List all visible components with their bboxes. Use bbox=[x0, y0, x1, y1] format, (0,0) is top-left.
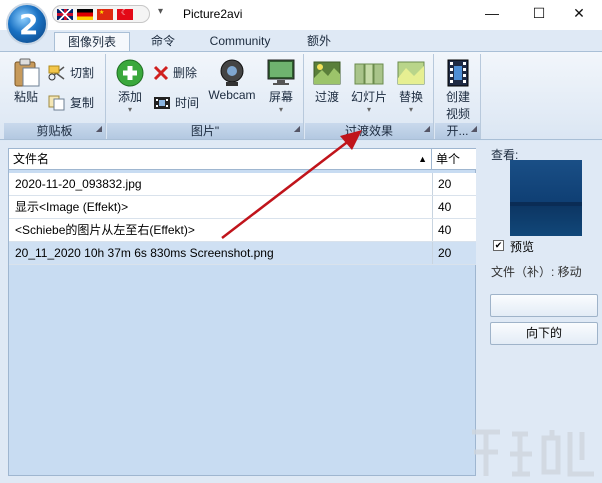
delete-icon bbox=[153, 65, 169, 80]
language-selector bbox=[52, 5, 150, 23]
launcher-icon[interactable]: ◢ bbox=[294, 121, 300, 137]
slideshow-label: 幻灯片 bbox=[350, 90, 387, 104]
chevron-down-icon: ▾ bbox=[278, 105, 283, 114]
create-group: 创建 视频 开... ◢ bbox=[435, 54, 481, 139]
film-time-icon bbox=[154, 96, 170, 109]
launcher-icon[interactable]: ◢ bbox=[424, 121, 430, 137]
copy-icon bbox=[48, 95, 65, 110]
file-list[interactable]: 文件名 ▲ 单个 2020-11-20_093832.jpg 20 显示<Ima… bbox=[8, 148, 476, 476]
tab-image-list[interactable]: 图像列表 bbox=[54, 32, 130, 51]
close-button[interactable]: ✕ bbox=[556, 0, 602, 28]
row-filename: 显示<Image (Effekt)> bbox=[15, 200, 129, 214]
column-filename-label: 文件名 bbox=[13, 152, 50, 166]
slideshow-icon bbox=[354, 63, 384, 85]
english-flag-icon[interactable] bbox=[57, 8, 73, 20]
quick-access-dropdown-icon[interactable]: ▾ bbox=[158, 6, 163, 17]
webcam-button[interactable]: Webcam bbox=[207, 58, 257, 102]
launcher-icon[interactable]: ◢ bbox=[96, 121, 102, 137]
watermark-logo bbox=[472, 429, 594, 477]
replace-button[interactable]: 替换 ▾ bbox=[393, 58, 429, 114]
chevron-down-icon: ▾ bbox=[366, 105, 371, 114]
ribbon-tabs: 图像列表 命令 Community 额外 bbox=[0, 30, 602, 51]
paste-icon bbox=[14, 58, 40, 87]
pictures-group-title: 图片" bbox=[190, 124, 220, 138]
clipboard-group: 粘贴 切割 复制 剪贴板 ◢ bbox=[4, 54, 106, 139]
copy-button[interactable]: 复制 bbox=[48, 94, 94, 111]
delete-button[interactable]: 删除 bbox=[153, 64, 197, 81]
create-label-line2: 视频 bbox=[445, 107, 470, 121]
screen-button[interactable]: 屏幕 ▾ bbox=[263, 58, 299, 114]
row-unit: 20 bbox=[432, 173, 476, 195]
transition-label: 过渡 bbox=[314, 90, 339, 104]
webcam-label: Webcam bbox=[208, 88, 256, 102]
chevron-down-icon: ▾ bbox=[408, 105, 413, 114]
monitor-icon bbox=[267, 59, 295, 85]
cut-button[interactable]: 切割 bbox=[48, 64, 94, 81]
cut-label: 切割 bbox=[70, 66, 95, 80]
move-down-button[interactable]: 向下的 bbox=[490, 322, 598, 345]
table-row[interactable]: 显示<Image (Effekt)> 40 bbox=[9, 196, 476, 219]
add-icon bbox=[116, 59, 144, 87]
transition-button[interactable]: 过渡 bbox=[309, 58, 345, 105]
title-bar: ▾ Picture2avi — ☐ ✕ bbox=[0, 0, 602, 30]
slideshow-button[interactable]: 幻灯片 ▾ bbox=[347, 58, 391, 114]
tab-community[interactable]: Community bbox=[200, 32, 280, 51]
tab-extras[interactable]: 额外 bbox=[292, 32, 346, 51]
paste-label: 粘贴 bbox=[13, 90, 38, 104]
chevron-down-icon: ▾ bbox=[127, 105, 132, 114]
preview-checkbox-label: 预览 bbox=[510, 240, 535, 254]
film-icon bbox=[447, 59, 469, 87]
time-button[interactable]: 时间 bbox=[153, 94, 199, 111]
transition-icon bbox=[313, 61, 341, 85]
effects-group: 过渡 幻灯片 ▾ 替换 ▾ 过渡效果 ◢ bbox=[305, 54, 434, 139]
webcam-icon bbox=[220, 59, 244, 86]
pictures-group-label: 图片" ◢ bbox=[107, 123, 303, 139]
row-filename: 20_11_2020 10h 37m 6s 830ms Screenshot.p… bbox=[15, 246, 274, 260]
preview-checkbox[interactable]: ✔ bbox=[493, 240, 504, 251]
tab-commands[interactable]: 命令 bbox=[140, 32, 186, 51]
clipboard-group-title: 剪贴板 bbox=[36, 124, 73, 138]
window-title: Picture2avi bbox=[183, 7, 243, 21]
file-move-label: 文件（补）: 移动 bbox=[491, 265, 582, 279]
table-row[interactable]: <Schiebe的图片从左至右(Effekt)> 40 bbox=[9, 219, 476, 242]
turkish-flag-icon[interactable] bbox=[117, 8, 133, 20]
replace-label: 替换 bbox=[398, 90, 423, 104]
row-unit: 40 bbox=[432, 219, 476, 241]
column-header-unit[interactable]: 单个 bbox=[432, 149, 476, 170]
minimize-button[interactable]: — bbox=[469, 0, 515, 28]
row-filename: <Schiebe的图片从左至右(Effekt)> bbox=[15, 223, 195, 237]
copy-label: 复制 bbox=[70, 96, 95, 110]
add-button[interactable]: 添加 ▾ bbox=[113, 58, 147, 114]
row-unit: 40 bbox=[432, 196, 476, 218]
chinese-flag-icon[interactable] bbox=[97, 8, 113, 20]
create-video-button[interactable]: 创建 视频 bbox=[439, 58, 477, 122]
create-group-label: 开... ◢ bbox=[435, 123, 480, 139]
row-unit: 20 bbox=[432, 242, 476, 264]
create-group-title: 开... bbox=[446, 124, 469, 138]
replace-icon bbox=[397, 61, 425, 85]
create-label-line1: 创建 bbox=[445, 90, 470, 104]
app-logo-text: 2 bbox=[19, 8, 39, 41]
ribbon: 粘贴 切割 复制 剪贴板 ◢ 添加 ▾ 删除 时间 Webcam 屏幕 ▾ 图片… bbox=[0, 51, 602, 140]
launcher-icon[interactable]: ◢ bbox=[471, 121, 477, 137]
table-row[interactable]: 2020-11-20_093832.jpg 20 bbox=[9, 173, 476, 196]
column-header-filename[interactable]: 文件名 ▲ bbox=[9, 149, 432, 170]
app-logo[interactable]: 2 bbox=[6, 3, 48, 45]
german-flag-icon[interactable] bbox=[77, 8, 93, 20]
pictures-group: 添加 ▾ 删除 时间 Webcam 屏幕 ▾ 图片" ◢ bbox=[107, 54, 304, 139]
row-filename: 2020-11-20_093832.jpg bbox=[15, 177, 142, 191]
screen-label: 屏幕 bbox=[268, 90, 293, 104]
sort-ascending-icon: ▲ bbox=[418, 154, 427, 164]
move-up-button[interactable] bbox=[490, 294, 598, 317]
paste-button[interactable]: 粘贴 bbox=[8, 56, 44, 105]
cut-icon bbox=[48, 65, 65, 80]
table-row-selected[interactable]: 20_11_2020 10h 37m 6s 830ms Screenshot.p… bbox=[9, 242, 476, 265]
preview-image bbox=[510, 160, 582, 236]
effects-group-title: 过渡效果 bbox=[344, 124, 393, 138]
delete-label: 删除 bbox=[173, 66, 198, 80]
time-label: 时间 bbox=[175, 96, 200, 110]
effects-group-label: 过渡效果 ◢ bbox=[305, 123, 433, 139]
clipboard-group-label: 剪贴板 ◢ bbox=[4, 123, 105, 139]
add-label: 添加 bbox=[117, 90, 142, 104]
